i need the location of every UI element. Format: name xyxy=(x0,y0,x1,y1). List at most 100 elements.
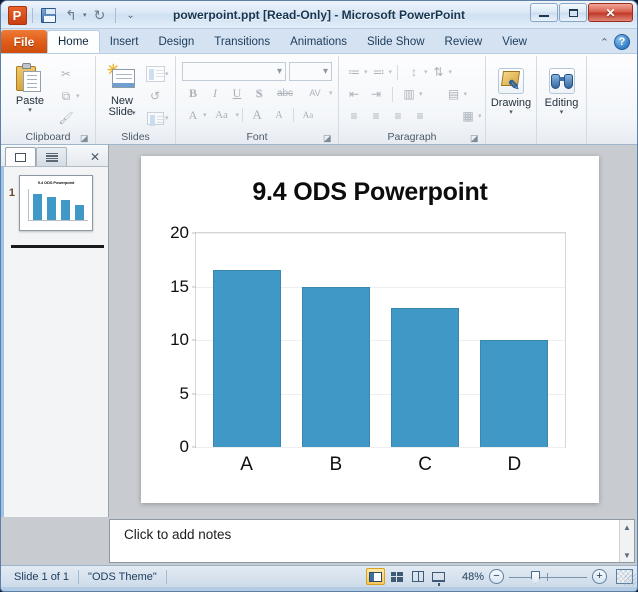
align-text-dropdown-icon[interactable]: ▾ xyxy=(464,90,468,98)
align-right-button[interactable]: ≡ xyxy=(387,105,409,127)
justify-button[interactable]: ≡ xyxy=(409,105,431,127)
bar-column-b[interactable]: B xyxy=(301,233,370,475)
bar-c[interactable] xyxy=(391,307,460,447)
align-center-button[interactable]: ≡ xyxy=(365,105,387,127)
font-color-button[interactable]: A xyxy=(182,104,204,126)
columns-dropdown-icon[interactable]: ▾ xyxy=(419,90,423,98)
convert-smartart-dropdown-icon[interactable]: ▾ xyxy=(478,112,482,120)
strikethrough-button[interactable]: abc xyxy=(270,82,300,104)
editing-caret-icon[interactable]: ▾ xyxy=(560,109,564,116)
bar-chart[interactable]: 9.4 ODS Powerpoint 20 15 10 5 0 A B C D xyxy=(141,156,599,503)
redo-icon[interactable]: ↻ xyxy=(90,5,110,25)
paste-caret-icon[interactable]: ▾ xyxy=(28,107,32,114)
notes-scroll-up-icon[interactable]: ▲ xyxy=(620,520,634,534)
help-icon[interactable]: ? xyxy=(614,34,630,50)
tab-view[interactable]: View xyxy=(492,31,537,53)
text-direction-button[interactable]: ⇅ xyxy=(428,61,450,83)
grow-font-button[interactable]: A xyxy=(246,104,268,126)
notes-textbox[interactable]: Click to add notes ▲ ▼ xyxy=(109,519,635,563)
cut-icon[interactable]: ✂ xyxy=(55,63,77,85)
zoom-slider-thumb[interactable] xyxy=(531,570,540,584)
slides-tab[interactable] xyxy=(5,147,36,166)
bar-column-c[interactable]: C xyxy=(391,233,460,475)
save-icon[interactable] xyxy=(38,5,58,25)
slide-workspace[interactable]: 9.4 ODS Powerpoint 20 15 10 5 0 A B C D xyxy=(109,145,637,517)
minimize-ribbon-icon[interactable]: ⌃ xyxy=(600,36,609,49)
powerpoint-logo-icon[interactable]: P xyxy=(7,5,27,25)
paste-button[interactable]: Paste ▾ xyxy=(5,59,55,114)
new-slide-caret-icon[interactable]: ▾ xyxy=(132,110,136,117)
bold-button[interactable]: B xyxy=(182,82,204,104)
underline-button[interactable]: U xyxy=(226,82,248,104)
view-normal-button[interactable] xyxy=(366,568,385,585)
section-icon[interactable] xyxy=(144,107,166,129)
shrink-font-button[interactable]: A xyxy=(268,104,290,126)
tab-review[interactable]: Review xyxy=(435,31,493,53)
close-button[interactable]: ✕ xyxy=(588,3,633,22)
view-slide-sorter-button[interactable] xyxy=(387,568,406,585)
notes-scrollbar[interactable]: ▲ ▼ xyxy=(619,520,634,562)
drawing-caret-icon[interactable]: ▾ xyxy=(509,109,513,116)
change-case-button[interactable]: Aa xyxy=(207,104,237,126)
undo-dropdown-icon[interactable]: ▾ xyxy=(83,11,87,19)
copy-dropdown-icon[interactable]: ▾ xyxy=(76,92,80,100)
outline-tab[interactable] xyxy=(36,147,67,166)
zoom-slider[interactable] xyxy=(509,570,587,584)
font-dialog-launcher[interactable]: ◪ xyxy=(323,134,332,143)
bar-a[interactable] xyxy=(212,270,281,447)
view-reading-button[interactable] xyxy=(408,568,427,585)
notes-scroll-down-icon[interactable]: ▼ xyxy=(620,548,634,562)
tab-home[interactable]: Home xyxy=(47,30,100,53)
thumbnail-item[interactable]: 1 9.4 ODS Powerpoint xyxy=(5,175,102,231)
clipboard-dialog-launcher[interactable]: ◪ xyxy=(80,134,89,143)
paragraph-dialog-launcher[interactable]: ◪ xyxy=(470,134,479,143)
minimize-button[interactable] xyxy=(530,3,558,22)
zoom-in-button[interactable]: + xyxy=(592,569,607,584)
section-dropdown-icon[interactable]: ▾ xyxy=(165,114,169,122)
line-spacing-button[interactable]: ↕ xyxy=(403,61,425,83)
customize-qat-icon[interactable]: ⌄ xyxy=(121,5,141,25)
slide-counter[interactable]: Slide 1 of 1 xyxy=(5,569,78,585)
align-text-button[interactable]: ▤ xyxy=(443,83,465,105)
font-size-input[interactable]: ▾ xyxy=(289,62,332,81)
tab-animations[interactable]: Animations xyxy=(280,31,357,53)
window-resize-grip[interactable] xyxy=(624,574,636,586)
layout-dropdown-icon[interactable]: ▾ xyxy=(165,70,169,78)
align-left-button[interactable]: ≡ xyxy=(343,105,365,127)
character-spacing-dropdown-icon[interactable]: ▾ xyxy=(329,89,333,97)
font-name-input[interactable]: ▾ xyxy=(182,62,286,81)
change-case-dropdown-icon[interactable]: ▾ xyxy=(236,111,240,119)
tab-transitions[interactable]: Transitions xyxy=(204,31,280,53)
bar-column-d[interactable]: D xyxy=(480,233,549,475)
numbering-dropdown-icon[interactable]: ▾ xyxy=(389,68,393,76)
close-pane-button[interactable]: ✕ xyxy=(85,147,105,166)
slide-canvas[interactable]: 9.4 ODS Powerpoint 20 15 10 5 0 A B C D xyxy=(141,156,599,503)
maximize-button[interactable] xyxy=(559,3,587,22)
format-painter-icon[interactable]: 🖌 xyxy=(55,107,77,129)
clear-formatting-button[interactable]: Aa xyxy=(297,104,319,126)
bullets-button[interactable]: ≔ xyxy=(343,61,365,83)
drawing-button[interactable]: ✎ Drawing ▾ xyxy=(490,65,532,116)
theme-name[interactable]: "ODS Theme" xyxy=(79,569,166,585)
italic-button[interactable]: I xyxy=(204,82,226,104)
undo-icon[interactable]: ↰ xyxy=(61,5,81,25)
thumbnail-slide-preview[interactable]: 9.4 ODS Powerpoint xyxy=(19,175,93,231)
copy-icon[interactable]: ⧉ xyxy=(55,85,77,107)
zoom-level[interactable]: 48% xyxy=(458,571,484,583)
numbering-button[interactable]: ≕ xyxy=(368,61,390,83)
zoom-out-button[interactable]: − xyxy=(489,569,504,584)
bar-d[interactable] xyxy=(480,340,549,447)
text-direction-dropdown-icon[interactable]: ▾ xyxy=(449,68,453,76)
text-shadow-button[interactable]: S xyxy=(248,82,270,104)
tab-slide-show[interactable]: Slide Show xyxy=(357,31,435,53)
bar-b[interactable] xyxy=(301,286,370,447)
increase-indent-button[interactable]: ⇥ xyxy=(365,83,387,105)
columns-button[interactable]: ▥ xyxy=(398,83,420,105)
reset-icon[interactable]: ↺ xyxy=(144,85,166,107)
new-slide-button[interactable]: ✳ New Slide▾ xyxy=(100,59,144,120)
tab-file[interactable]: File xyxy=(1,30,47,53)
character-spacing-button[interactable]: AV xyxy=(300,82,330,104)
layout-icon[interactable] xyxy=(144,63,166,85)
tab-insert[interactable]: Insert xyxy=(100,31,149,53)
convert-smartart-button[interactable]: ▦ xyxy=(457,105,479,127)
